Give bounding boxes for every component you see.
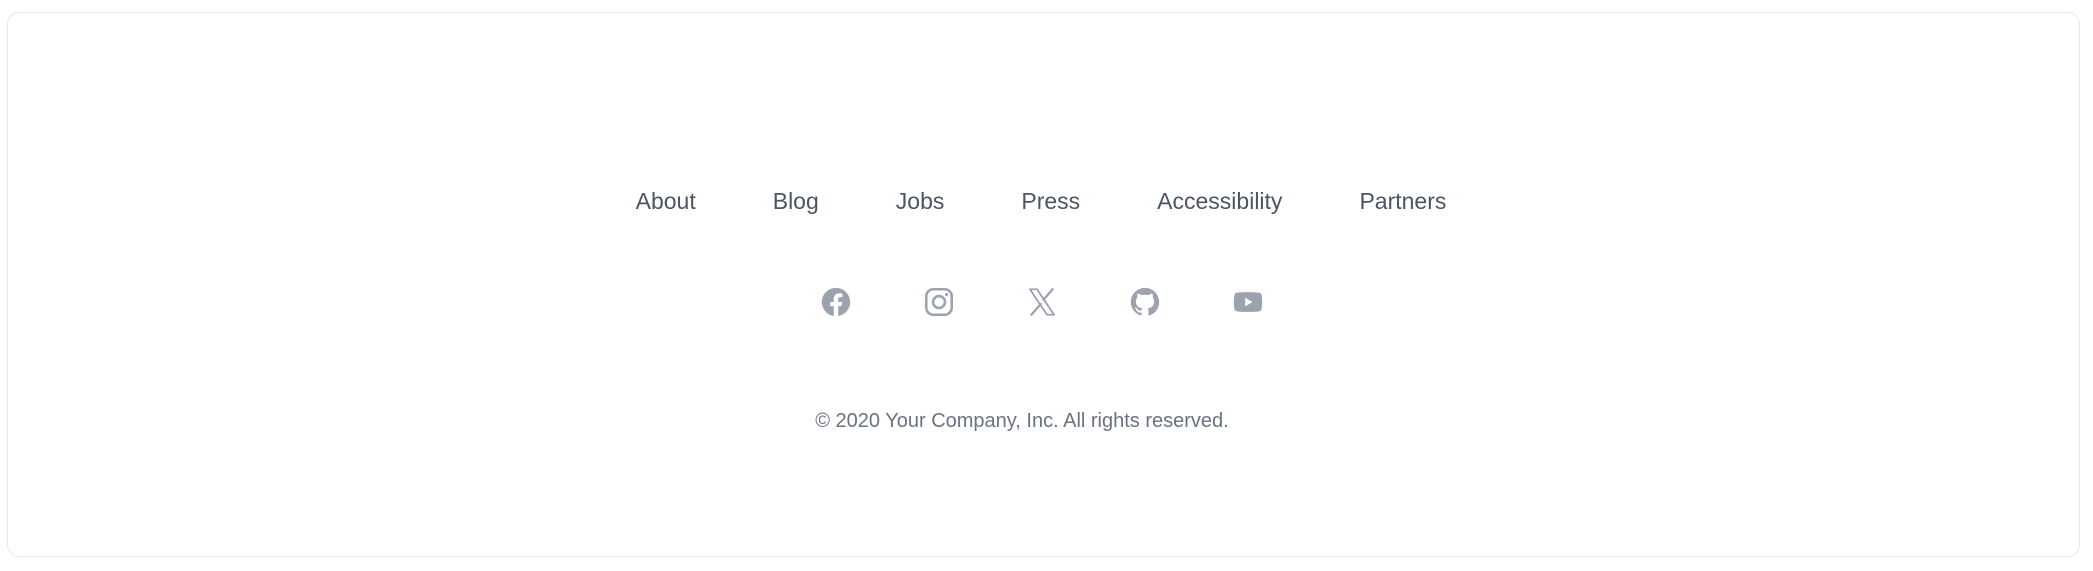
github-link[interactable] [1127, 284, 1163, 320]
social-links [5, 284, 2079, 320]
footer-link-about[interactable]: About [636, 183, 696, 219]
instagram-icon [924, 287, 954, 317]
footer-link-blog[interactable]: Blog [773, 183, 819, 219]
x-icon [1029, 288, 1055, 316]
facebook-link[interactable] [818, 284, 854, 320]
instagram-link[interactable] [921, 284, 957, 320]
x-link[interactable] [1024, 284, 1060, 320]
footer-link-accessibility[interactable]: Accessibility [1157, 183, 1282, 219]
copyright-text: © 2020 Your Company, Inc. All rights res… [815, 410, 1229, 432]
youtube-icon [1233, 292, 1263, 312]
facebook-icon [821, 287, 851, 316]
footer-card: About Blog Jobs Press Accessibility Part… [7, 12, 2080, 557]
footer-nav: About Blog Jobs Press Accessibility Part… [3, 183, 2079, 219]
footer-link-partners[interactable]: Partners [1359, 183, 1446, 219]
footer-link-jobs[interactable]: Jobs [896, 183, 945, 219]
youtube-link[interactable] [1230, 284, 1266, 320]
github-icon [1130, 287, 1160, 316]
footer-link-press[interactable]: Press [1021, 183, 1080, 219]
